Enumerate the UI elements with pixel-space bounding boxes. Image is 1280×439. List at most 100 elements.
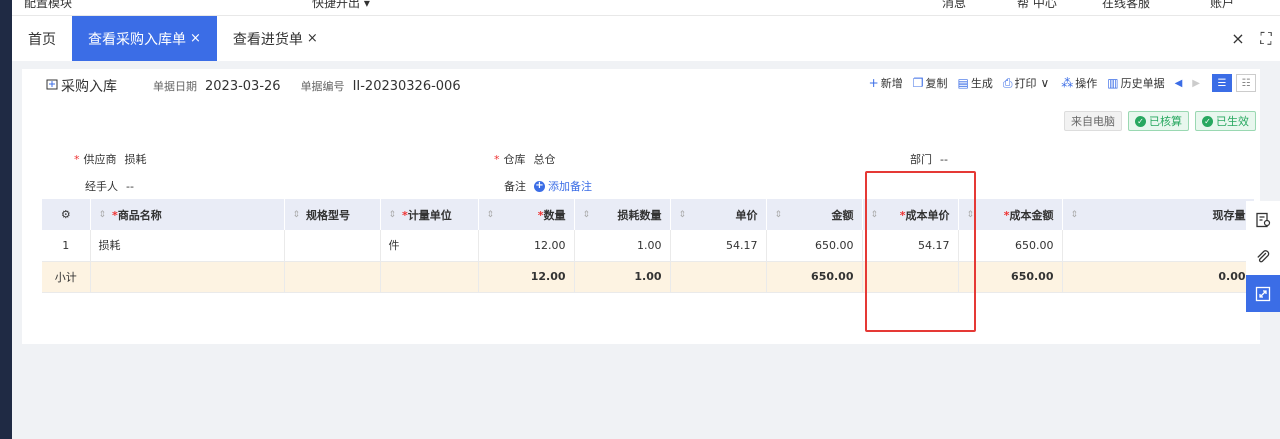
cell-name[interactable]: 损耗 xyxy=(90,230,285,262)
table-header-row: ⚙ ⇕ *商品名称 ⇕ 规格型号 ⇕ *计量单位 ⇕ *数量 ⇕ 损耗数量 ⇕ 单价 ⇕ 金额… xyxy=(42,199,1255,230)
cell-qty[interactable]: 12.00 xyxy=(478,230,575,262)
sort-icon[interactable]: ⇕ xyxy=(1071,210,1079,220)
doc-number-value: II-20230326-006 xyxy=(352,78,461,94)
new-button[interactable]: + 新增 xyxy=(869,75,903,91)
attachment-icon[interactable] xyxy=(1246,238,1280,275)
header-loss-qty[interactable]: ⇕ 损耗数量 xyxy=(574,199,671,230)
copy-button[interactable]: ❐ 复制 xyxy=(913,75,948,91)
header-spec[interactable]: ⇕ 规格型号 xyxy=(284,199,381,230)
table-row[interactable]: 1 损耗 件 12.00 1.00 54.17 650.00 54.17 650… xyxy=(42,230,1255,262)
next-record-icon[interactable]: ▶ xyxy=(1192,78,1200,89)
history-button[interactable]: ▥ 历史单据 xyxy=(1107,75,1164,91)
operations-button[interactable]: ⁂ 操作 xyxy=(1061,75,1097,91)
tab-purchase-order-label: 查看进货单 xyxy=(232,31,303,48)
header-cost-amount-label: 成本金额 xyxy=(1009,208,1054,222)
header-price-label: 单价 xyxy=(735,208,758,222)
operations-label: 操作 xyxy=(1075,77,1098,90)
cell-amount[interactable]: 650.00 xyxy=(766,230,863,262)
header-stock[interactable]: ⇕ 现存量 xyxy=(1062,199,1255,230)
tab-close-icon[interactable]: × xyxy=(190,31,201,46)
document-toolbar: + 新增 ❐ 复制 ▤ 生成 ⎙ 打印 ∨ ⁂ 操作 ▥ 历史单据 ◀ ▶ ☰ ☷ xyxy=(859,74,1256,92)
document-panel: 采购入库 单据日期 2023-03-26 单据编号 II-20230326-00… xyxy=(22,69,1260,344)
tab-purchase-order[interactable]: 查看进货单 × xyxy=(217,16,334,61)
header-name[interactable]: ⇕ *商品名称 xyxy=(90,199,285,230)
plus-circle-icon: + xyxy=(534,179,545,192)
cell-loss-qty[interactable]: 1.00 xyxy=(574,230,671,262)
handler-field: 经手人 -- xyxy=(85,178,134,194)
source-badge: 来自电脑 xyxy=(1064,111,1122,131)
fullscreen-icon[interactable]: ⛶ xyxy=(1252,29,1280,49)
list-view-icon[interactable]: ☰ xyxy=(1212,74,1232,92)
doc-number-label: 单据编号 xyxy=(300,80,345,93)
form-settings-icon[interactable] xyxy=(1246,201,1280,238)
cell-cost-amount[interactable]: 650.00 xyxy=(958,230,1063,262)
cell-price[interactable]: 54.17 xyxy=(670,230,767,262)
doc-type-label: 采购入库 xyxy=(61,79,117,95)
header-cost-amount[interactable]: ⇕ *成本金额 xyxy=(958,199,1063,230)
header-name-label: 商品名称 xyxy=(117,208,162,222)
history-label: 历史单据 xyxy=(1120,77,1165,90)
header-loss-qty-label: 损耗数量 xyxy=(617,208,662,222)
header-amount[interactable]: ⇕ 金额 xyxy=(766,199,863,230)
subtotal-row: 小计 12.00 1.00 650.00 650.00 0.00 xyxy=(42,261,1255,293)
header-qty[interactable]: ⇕ *数量 xyxy=(478,199,575,230)
supplier-value[interactable]: 损耗 xyxy=(125,151,147,167)
top-header-cut: 配置模块 快捷开出 ▾ 消息 帮 中心 在线客服 账户 xyxy=(12,0,1280,16)
header-price[interactable]: ⇕ 单价 xyxy=(670,199,767,230)
header-unit[interactable]: ⇕ *计量单位 xyxy=(380,199,479,230)
tab-home[interactable]: 首页 xyxy=(12,16,72,61)
goods-table: ⚙ ⇕ *商品名称 ⇕ 规格型号 ⇕ *计量单位 ⇕ *数量 ⇕ 损耗数量 ⇕ 单价 ⇕ 金额… xyxy=(42,199,1255,293)
cell-cost-price[interactable]: 54.17 xyxy=(862,230,959,262)
print-label: 打印 xyxy=(1014,77,1037,90)
remark-field: 备注 + 添加备注 xyxy=(504,178,592,194)
sort-icon[interactable]: ⇕ xyxy=(967,210,975,220)
subtotal-qty: 12.00 xyxy=(478,261,575,293)
handler-value[interactable]: -- xyxy=(126,180,134,193)
cell-unit[interactable]: 件 xyxy=(380,230,479,262)
detail-view-icon[interactable]: ☷ xyxy=(1236,74,1256,92)
department-label: 部门 xyxy=(910,153,932,166)
chevron-down-icon: ∨ xyxy=(1040,76,1050,90)
doc-date-value: 2023-03-26 xyxy=(205,78,281,94)
generate-button[interactable]: ▤ 生成 xyxy=(958,75,993,91)
topbar-cut-service[interactable]: 在线客服 xyxy=(1102,0,1150,11)
copy-label: 复制 xyxy=(925,77,948,90)
topbar-cut-messages[interactable]: 消息 xyxy=(942,0,966,11)
sort-icon[interactable]: ⇕ xyxy=(389,210,397,220)
prev-record-icon[interactable]: ◀ xyxy=(1175,78,1183,89)
column-settings-icon[interactable]: ⚙ xyxy=(42,199,91,230)
topbar-cut-mid[interactable]: 快捷开出 ▾ xyxy=(312,0,370,11)
sort-icon[interactable]: ⇕ xyxy=(583,210,591,220)
tab-purchase-inbound[interactable]: 查看采购入库单 × xyxy=(72,16,217,61)
cell-spec[interactable] xyxy=(284,230,381,262)
department-value[interactable]: -- xyxy=(940,153,948,166)
sort-icon[interactable]: ⇕ xyxy=(775,210,783,220)
print-button[interactable]: ⎙ 打印 ∨ xyxy=(1003,75,1051,91)
add-remark-button[interactable]: + 添加备注 xyxy=(534,178,592,194)
warehouse-value[interactable]: 总仓 xyxy=(534,151,556,167)
subtotal-loss-qty: 1.00 xyxy=(574,261,671,293)
generate-icon: ▤ xyxy=(957,76,969,90)
new-label: 新增 xyxy=(880,77,903,90)
header-cost-price[interactable]: ⇕ *成本单价 xyxy=(862,199,959,230)
tab-close-icon[interactable]: × xyxy=(307,31,318,46)
subtotal-empty xyxy=(862,261,959,293)
subtotal-cost-amount: 650.00 xyxy=(958,261,1063,293)
header-cost-price-label: 成本单价 xyxy=(905,208,950,222)
doc-type-tab[interactable]: 采购入库 xyxy=(43,69,123,103)
plus-icon: + xyxy=(868,76,879,90)
sort-icon[interactable]: ⇕ xyxy=(679,210,687,220)
sort-icon[interactable]: ⇕ xyxy=(871,210,879,220)
header-spec-label: 规格型号 xyxy=(306,208,351,222)
topbar-cut-account[interactable]: 账户 xyxy=(1210,0,1234,11)
remark-label: 备注 xyxy=(504,180,526,193)
sort-icon[interactable]: ⇕ xyxy=(99,210,107,220)
add-remark-label: 添加备注 xyxy=(548,180,592,193)
sort-icon[interactable]: ⇕ xyxy=(293,210,301,220)
grid-icon: ⁂ xyxy=(1061,76,1074,90)
supplier-label: 供应商 xyxy=(83,153,117,166)
topbar-cut-help[interactable]: 帮 中心 xyxy=(1017,0,1057,11)
sort-icon[interactable]: ⇕ xyxy=(487,210,495,220)
expand-icon[interactable] xyxy=(1246,275,1280,312)
close-all-tabs-icon[interactable]: × xyxy=(1224,29,1252,48)
